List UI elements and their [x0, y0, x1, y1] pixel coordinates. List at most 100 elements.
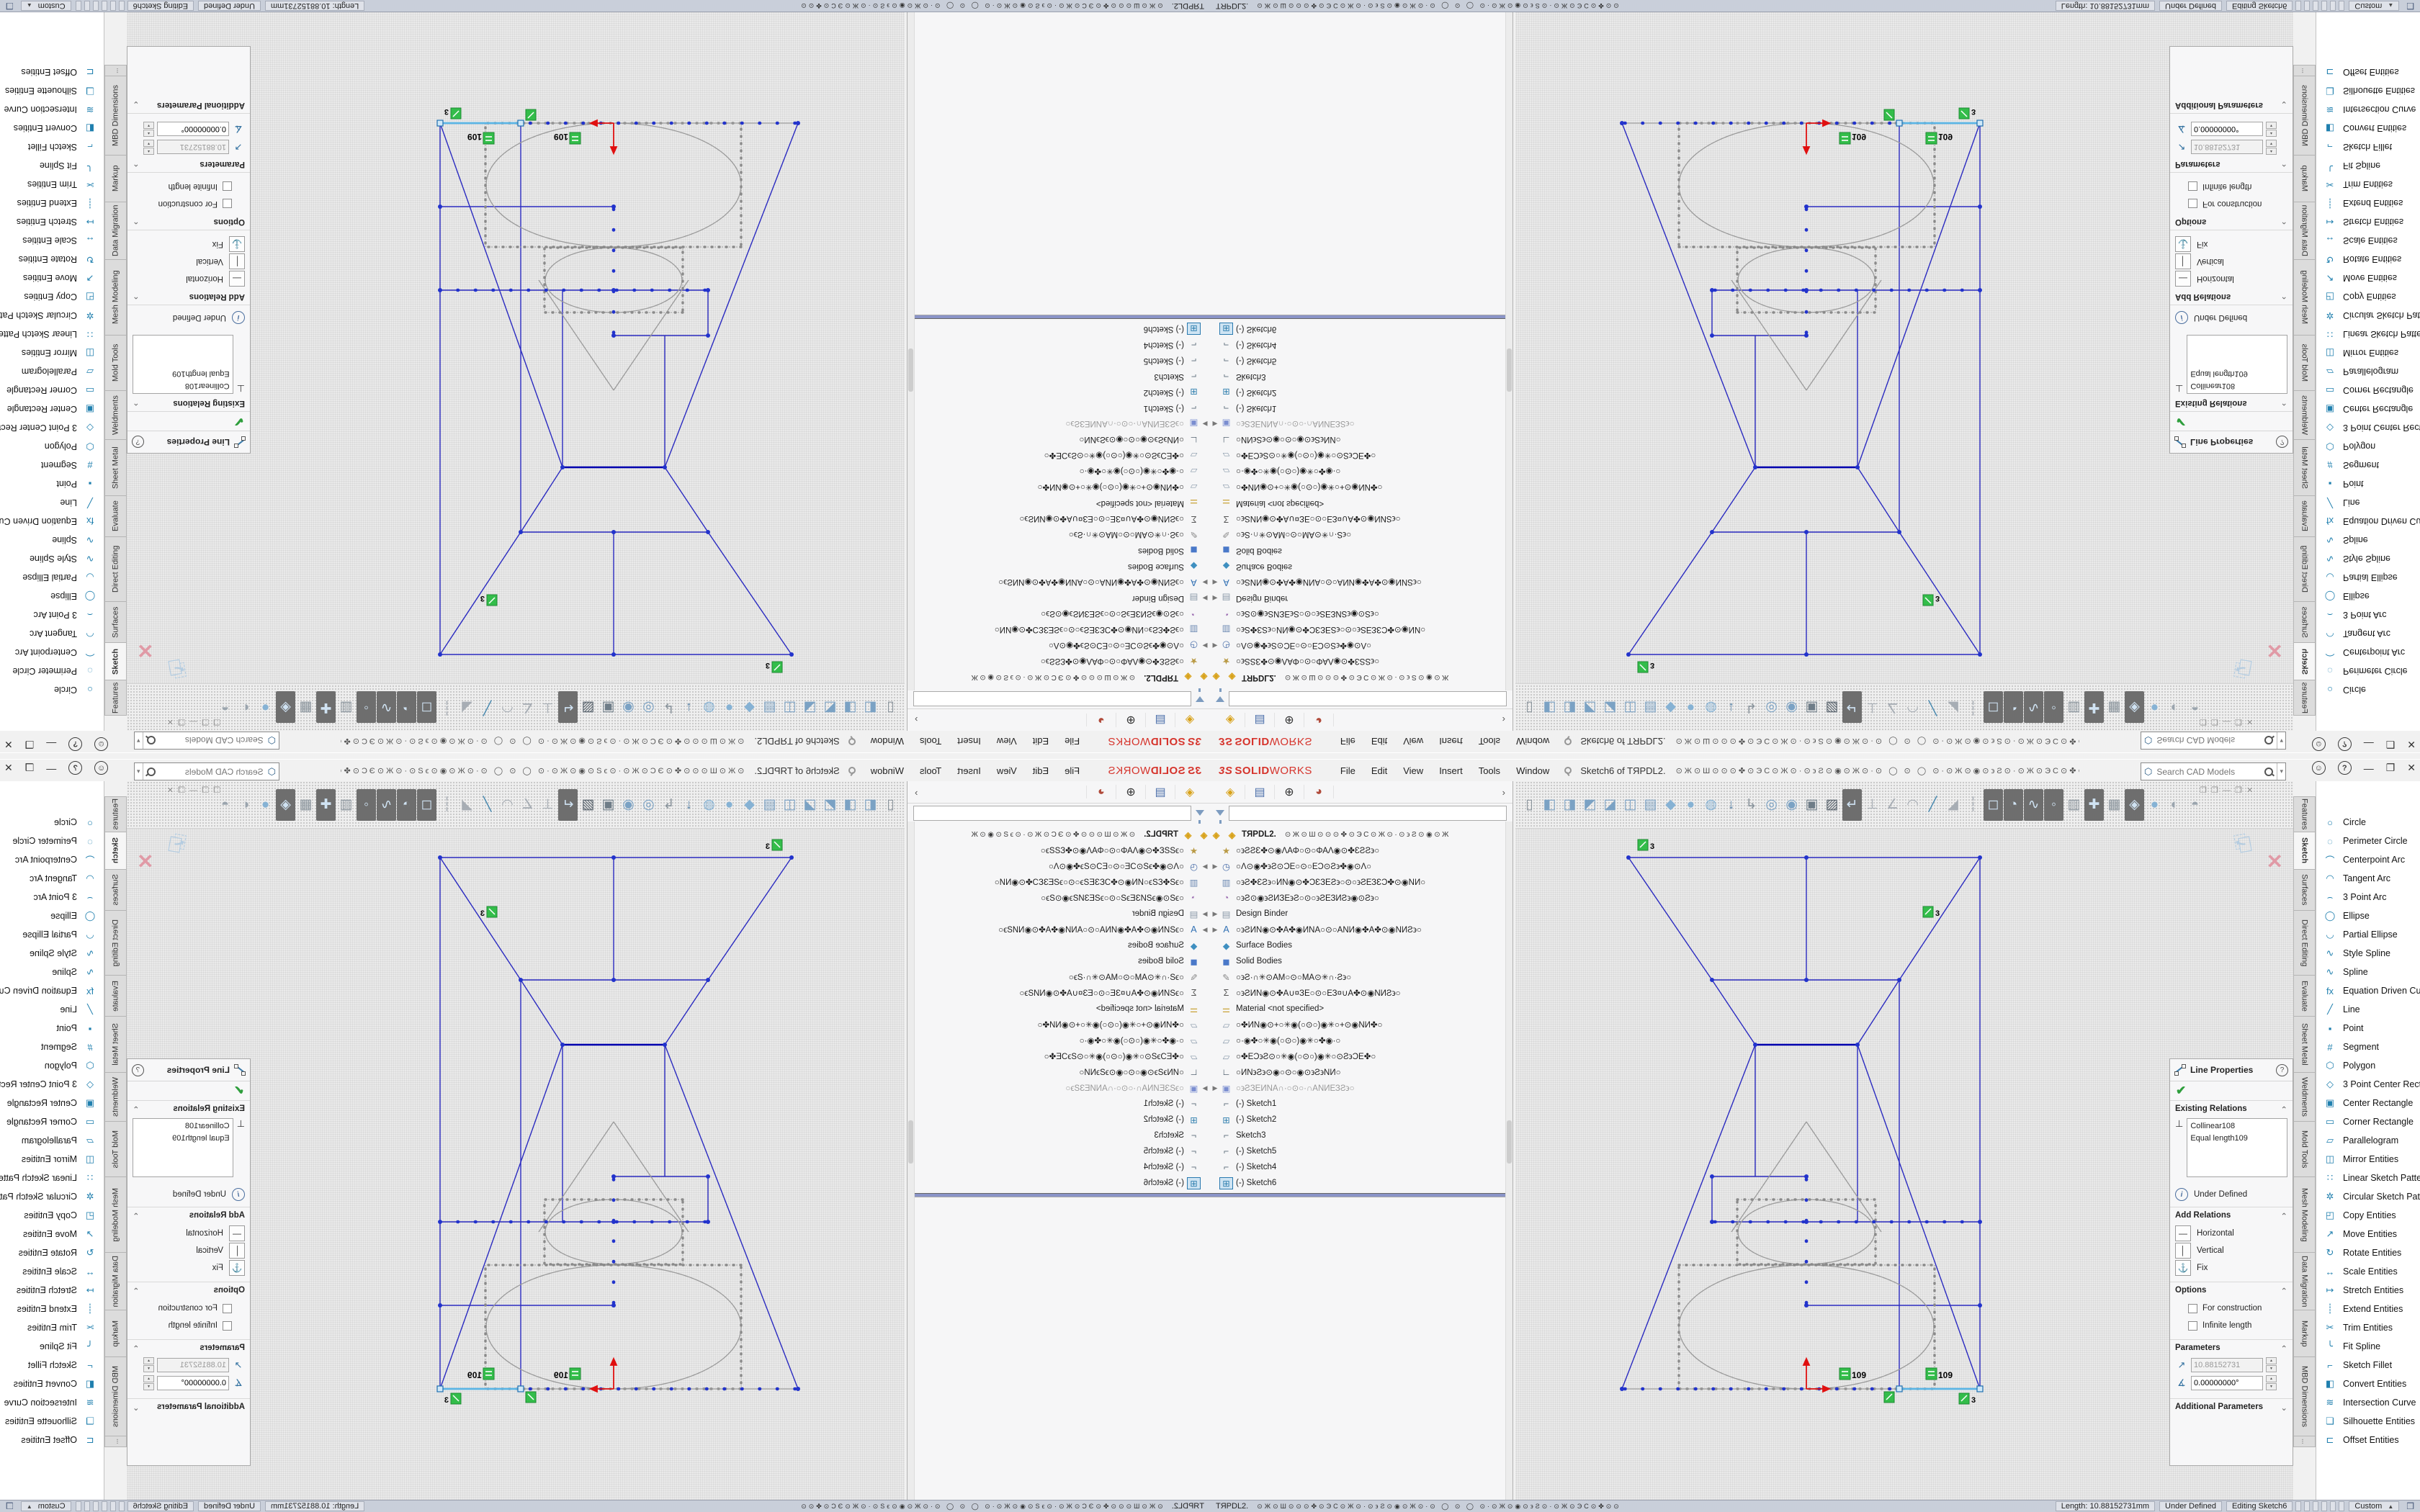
tree-root-item[interactable]: ◈◈TЯPDL2.⊙Ж⊙Ш⊙⊙⊙✤⊙ЭС⊙Ж⊙·⊙϶Ƨ⊙◉⊙Ж: [1210, 670, 1512, 685]
toolbar-icon-27[interactable]: ▥: [336, 789, 356, 821]
relation-entry[interactable]: Collinear108: [2190, 379, 2284, 392]
menu-insert[interactable]: Insert: [1431, 734, 1471, 748]
expand-arrow-icon[interactable]: ▶: [1200, 926, 1210, 934]
toolbar-icon-0[interactable]: ▯: [881, 789, 900, 821]
pin-icon[interactable]: [1561, 737, 1572, 747]
toolbar-icon-25[interactable]: ∿: [377, 692, 396, 724]
flyout-item-copy-entities[interactable]: ◰Copy Entities: [0, 287, 104, 306]
toolbar-icon-12[interactable]: ◎: [639, 692, 658, 724]
menu-insert[interactable]: Insert: [949, 734, 989, 748]
toolbar-icon-28[interactable]: ✚: [316, 789, 336, 821]
tree-item[interactable]: ⚌Material <not specified>: [908, 1001, 1210, 1017]
collapse-icon[interactable]: ⌃: [2280, 216, 2287, 226]
collapse-icon[interactable]: ⌃: [2280, 1211, 2287, 1221]
flyout-item-3-point-arc[interactable]: ⌢3 Point Arc: [2316, 606, 2420, 624]
flyout-item-style-spline[interactable]: ∿Style Spline: [2316, 549, 2420, 568]
pin-icon[interactable]: [848, 737, 859, 747]
tab-direct-editing[interactable]: Direct Editing: [104, 536, 127, 601]
tree-item[interactable]: ⌐Sketch3: [908, 1128, 1210, 1143]
flyout-item-3-point-arc[interactable]: ⌢3 Point Arc: [2316, 888, 2420, 906]
relation-entry[interactable]: Equal length109: [2190, 1133, 2284, 1145]
flyout-item-rotate-entities[interactable]: ↻Rotate Entities: [2316, 1243, 2420, 1262]
restore-button[interactable]: ❐: [25, 762, 35, 774]
flyout-item-perimeter-circle[interactable]: ◌Perimeter Circle: [0, 662, 104, 680]
toolbar-icon-19[interactable]: ◠: [1903, 789, 1922, 821]
tree-item[interactable]: ▱○·◉✤○✳◉(○⊙○)◉✳○✤◉·○: [1210, 1032, 1512, 1048]
flyout-item-polygon[interactable]: ⬡Polygon: [2316, 437, 2420, 456]
flyout-item-equation-driven-curve[interactable]: fxEquation Driven Curve: [0, 981, 104, 1000]
flyout-item-mirror-entities[interactable]: ◫Mirror Entities: [2316, 343, 2420, 362]
flyout-item-equation-driven-curve[interactable]: fxEquation Driven Curve: [2316, 512, 2420, 531]
rollback-bar[interactable]: [908, 315, 1210, 319]
restore-button[interactable]: ❐: [25, 738, 35, 750]
tab-features[interactable]: Features: [2293, 796, 2316, 832]
flyout-item-perimeter-circle[interactable]: ◌Perimeter Circle: [2316, 662, 2420, 680]
tree-item[interactable]: ◔○϶Ƨ⊙◉϶ƧИЗЕ϶Ƨ○⊙○϶ƧЕЗИƧ϶◉⊙Ƨ϶○: [1210, 890, 1512, 906]
flyout-item-center-rectangle[interactable]: ▣Center Rectangle: [0, 400, 104, 418]
search-icon[interactable]: [2264, 768, 2273, 776]
toolbar-icon-4[interactable]: ◪: [800, 692, 820, 724]
flyout-item-trim-entities[interactable]: ✂Trim Entities: [2316, 175, 2420, 194]
collapse-icon[interactable]: ⌃: [133, 1286, 140, 1296]
tree-scrollbar[interactable]: [1505, 12, 1512, 690]
menu-insert[interactable]: Insert: [1431, 764, 1471, 778]
angle-input[interactable]: [157, 122, 229, 137]
exit-sketch-icon[interactable]: ⎗: [2232, 654, 2254, 682]
collapse-icon[interactable]: ⌃: [133, 291, 140, 301]
toolbar-icon-6[interactable]: ▤: [760, 789, 779, 821]
toolbar-icon-9[interactable]: ◍: [699, 789, 719, 821]
tab-evaluate[interactable]: Evaluate: [104, 495, 127, 536]
flyout-item-style-spline[interactable]: ∿Style Spline: [0, 549, 104, 568]
flyout-item-spline[interactable]: ∿Spline: [0, 531, 104, 549]
tree-item[interactable]: ▥○϶Ƨ✤ƐƧ϶○ИΝ◉⊙✤ƆƐЗЕƧ϶○⊙○϶ƧЕЗƐƆ✤⊙◉ΝИ○: [908, 622, 1210, 638]
menu-tools[interactable]: Tools: [1471, 764, 1508, 778]
tab-mbd-dimensions[interactable]: MBD Dimensions: [104, 1357, 127, 1436]
flyout-item-offset-entities[interactable]: ⊏Offset Entities: [2316, 63, 2420, 81]
flyout-item-silhouette-entities[interactable]: ❏Silhouette Entities: [2316, 81, 2420, 100]
flyout-item-copy-entities[interactable]: ◰Copy Entities: [2316, 1206, 2420, 1225]
tree-item[interactable]: ⊞(-) Sketch2: [908, 384, 1210, 400]
toolbar-icon-19[interactable]: ◠: [498, 692, 517, 724]
relations-listbox[interactable]: Collinear108Equal length109: [2187, 1118, 2287, 1177]
tree-item[interactable]: ◔○϶Ƨ⊙◉϶ƧИЗЕ϶Ƨ○⊙○϶ƧЕЗИƧ϶◉⊙Ƨ϶○: [1210, 606, 1512, 622]
help-icon[interactable]: ?: [68, 761, 82, 775]
toolbar-icon-22[interactable]: ┆: [1963, 692, 1983, 724]
minimize-button[interactable]: —: [46, 739, 56, 750]
cancel-sketch-icon[interactable]: ✕: [2267, 850, 2283, 873]
expand-arrow-icon[interactable]: ▶: [1200, 579, 1210, 587]
menu-tools[interactable]: Tools: [1471, 734, 1508, 748]
status-custom-dropdown[interactable]: Custom▲: [21, 1, 71, 11]
flyout-item-center-rectangle[interactable]: ▣Center Rectangle: [2316, 400, 2420, 418]
search-box[interactable]: ⬡ ▾: [134, 762, 279, 780]
flyout-item-linear-sketch-pattern[interactable]: ∷Linear Sketch Pattern: [2316, 1169, 2420, 1187]
tab--[interactable]: ...: [104, 1436, 127, 1447]
toolbar-icon-23[interactable]: ◻: [1984, 692, 2003, 724]
expand-icon[interactable]: ⌄: [133, 1403, 140, 1413]
status-custom-dropdown[interactable]: Custom▲: [2349, 1501, 2399, 1511]
expand-arrow-icon[interactable]: ▶: [1200, 595, 1210, 603]
flyout-item-offset-entities[interactable]: ⊏Offset Entities: [0, 63, 104, 81]
exit-sketch-icon[interactable]: ⎗: [2232, 830, 2254, 858]
toolbar-icon-18[interactable]: ∠: [1883, 789, 1902, 821]
flyout-item-scale-entities[interactable]: ↔Scale Entities: [0, 1262, 104, 1281]
tree-item[interactable]: ▶▣○϶ƧЗЕИΝΑ∩·○⊙○·∩ΑΝИЕЗƧ϶○: [908, 1080, 1210, 1096]
cancel-sketch-icon[interactable]: ✕: [2267, 639, 2283, 662]
relation-entry[interactable]: Equal length109: [136, 1133, 230, 1145]
tree-item[interactable]: ▥○϶Ƨ✤ƐƧ϶○ИΝ◉⊙✤ƆƐЗЕƧ϶○⊙○϶ƧЕЗƐƆ✤⊙◉ΝИ○: [1210, 874, 1512, 890]
tree-item[interactable]: ⊞(-) Sketch2: [908, 1112, 1210, 1128]
checkbox[interactable]: [223, 1304, 232, 1313]
tree-item[interactable]: ★○϶ƧƧƐ✤⊙◉ΛΑΦ○⊙○ΦΑΛ◉⊙✤ƐƧƧ϶○: [1210, 842, 1512, 858]
flyout-item-center-rectangle[interactable]: ▣Center Rectangle: [2316, 1094, 2420, 1112]
toolbar-icon-29[interactable]: ▦: [2105, 692, 2124, 724]
search-dropdown-icon[interactable]: ▾: [135, 763, 143, 780]
tree-item[interactable]: ▱○✤ЕƆ϶Ƨ⊙○✳◉(○⊙○)◉✳○⊙Ƨ϶ƆЕ✤○: [1210, 448, 1512, 464]
flyout-item-intersection-curve[interactable]: ≋Intersection Curve: [2316, 1393, 2420, 1412]
add-relation-fix-button[interactable]: ⚓Fix: [2175, 1259, 2287, 1277]
flyout-item-stretch-entities[interactable]: ↦Stretch Entities: [2316, 1281, 2420, 1300]
flyout-item-partial-ellipse[interactable]: ◡Partial Ellipse: [2316, 925, 2420, 944]
toolbar-icon-20[interactable]: ╱: [478, 789, 497, 821]
user-account-icon[interactable]: ☺: [2312, 761, 2326, 775]
toolbar-icon-26[interactable]: ◦: [2044, 692, 2063, 724]
flyout-item-centerpoint-arc[interactable]: ⌒Centerpoint Arc: [0, 643, 104, 662]
tree-item[interactable]: ⌐(-) Sketch4: [1210, 337, 1512, 353]
